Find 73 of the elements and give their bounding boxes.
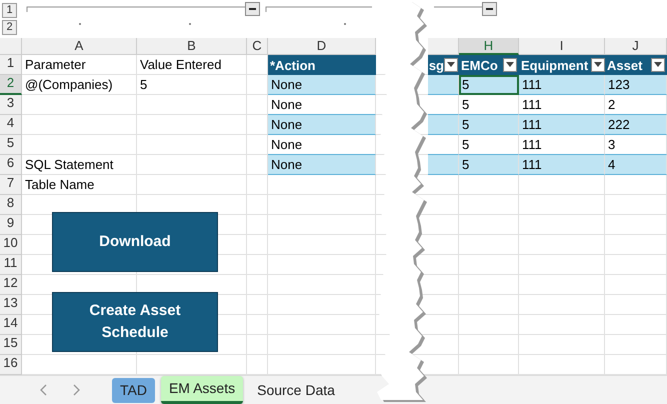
outline-dot bbox=[189, 23, 191, 25]
row-number[interactable]: 15 bbox=[0, 335, 22, 355]
column-label: Asset bbox=[607, 56, 642, 74]
caret-icon bbox=[506, 62, 514, 68]
column-label: Value Entered bbox=[140, 57, 222, 72]
caret-icon bbox=[594, 62, 602, 68]
cell-text: Table Name bbox=[25, 177, 94, 192]
column-header[interactable]: A bbox=[22, 38, 137, 55]
macro-button[interactable]: Create Asset Schedule bbox=[52, 292, 218, 352]
column-header[interactable]: C bbox=[247, 38, 268, 55]
sheet-tab[interactable]: TAD bbox=[112, 378, 155, 402]
row-number[interactable]: 3 bbox=[0, 95, 22, 115]
row-number[interactable]: 13 bbox=[0, 295, 22, 315]
row-number[interactable]: 11 bbox=[0, 255, 22, 275]
row-number[interactable]: 9 bbox=[0, 215, 22, 235]
table-cell[interactable]: None bbox=[268, 155, 376, 175]
sheet-tab[interactable]: Source Data bbox=[249, 378, 343, 402]
table-cell[interactable] bbox=[428, 75, 459, 95]
table-cell[interactable]: 5 bbox=[459, 115, 519, 135]
outline-level-button[interactable]: 1 bbox=[2, 3, 17, 18]
column-label: Equipment bbox=[521, 56, 588, 74]
next-sheet-icon[interactable] bbox=[73, 384, 80, 396]
filter-button[interactable] bbox=[591, 58, 606, 72]
table-cell[interactable]: 111 bbox=[519, 75, 605, 95]
caret-icon bbox=[654, 62, 662, 68]
sheet-tab[interactable]: EM Assets bbox=[160, 376, 244, 404]
select-all-corner[interactable] bbox=[0, 38, 22, 55]
outline-level-button[interactable]: 2 bbox=[2, 20, 17, 35]
row-number[interactable]: 5 bbox=[0, 135, 22, 155]
column-header[interactable]: D bbox=[268, 38, 376, 55]
caret-icon bbox=[447, 62, 455, 68]
table-cell[interactable]: None bbox=[268, 75, 376, 95]
table-cell[interactable] bbox=[428, 155, 459, 175]
row-number[interactable]: 12 bbox=[0, 275, 22, 295]
row-number[interactable]: 6 bbox=[0, 155, 22, 175]
macro-button[interactable]: Download bbox=[52, 212, 218, 272]
table-cell[interactable]: 5 bbox=[459, 155, 519, 175]
row-number[interactable]: 7 bbox=[0, 175, 22, 195]
row-number[interactable]: 2 bbox=[0, 75, 22, 95]
outline-dot bbox=[344, 23, 346, 25]
cell-text: SQL Statement bbox=[25, 157, 114, 172]
table-cell[interactable]: 222 bbox=[605, 115, 667, 135]
column-label: Parameter bbox=[25, 57, 86, 72]
table-cell[interactable]: 111 bbox=[519, 115, 605, 135]
outline-dot bbox=[79, 23, 81, 25]
filter-button[interactable] bbox=[444, 58, 458, 72]
column-label: *Action bbox=[270, 56, 316, 74]
row-number[interactable]: 10 bbox=[0, 235, 22, 255]
row-number[interactable]: 1 bbox=[0, 55, 22, 75]
cell-text: 5 bbox=[140, 77, 148, 92]
collapse-button[interactable] bbox=[482, 2, 497, 16]
table-cell[interactable]: 123 bbox=[605, 75, 667, 95]
filter-button[interactable] bbox=[503, 58, 517, 72]
column-header[interactable]: J bbox=[605, 38, 667, 55]
row-number[interactable]: 16 bbox=[0, 355, 22, 375]
column-header[interactable]: I bbox=[519, 38, 605, 55]
cell-text: @(Companies) bbox=[25, 77, 113, 92]
column-header[interactable]: H bbox=[459, 38, 519, 55]
row-number[interactable]: 8 bbox=[0, 195, 22, 215]
table-cell[interactable] bbox=[428, 115, 459, 135]
collapse-button[interactable] bbox=[245, 2, 260, 16]
filter-button[interactable] bbox=[651, 58, 665, 72]
previous-sheet-icon[interactable] bbox=[40, 384, 47, 396]
row-number[interactable]: 4 bbox=[0, 115, 22, 135]
column-label: EMCo bbox=[461, 56, 498, 74]
table-cell[interactable]: 111 bbox=[519, 155, 605, 175]
outline-bracket bbox=[434, 6, 482, 8]
row-number[interactable]: 14 bbox=[0, 315, 22, 335]
table-cell[interactable]: None bbox=[268, 115, 376, 135]
active-cell[interactable]: 5 bbox=[459, 75, 519, 95]
table-cell[interactable]: 4 bbox=[605, 155, 667, 175]
column-label: sg bbox=[428, 56, 444, 74]
column-header[interactable]: B bbox=[137, 38, 247, 55]
